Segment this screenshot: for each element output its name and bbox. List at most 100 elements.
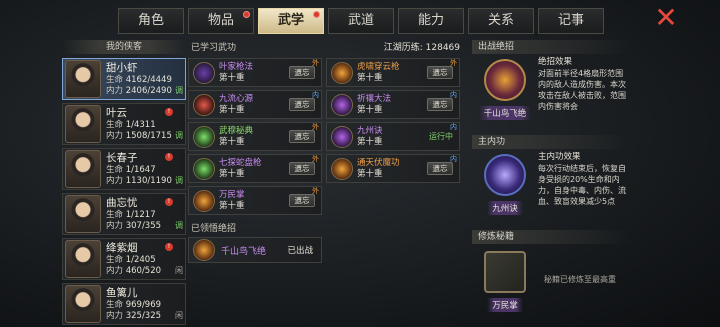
effect-title: 主内功效果 [538,152,581,162]
hero-portrait-icon [65,60,101,98]
learned-skills-panel: 已学习武功 江湖历练: 128469 叶家枪法 第十重 遗忘 外 虎啸穿云枪 第十重… [188,40,466,327]
internal-type-tag: 内 [450,123,457,131]
skill-level: 第十重 [357,104,383,115]
hero-card[interactable]: 鱼篱儿 生命 969/969 内力 325/325 闲 [62,283,186,325]
skill-level: 第十重 [219,168,245,179]
tab-character[interactable]: 角色 [118,8,184,34]
manual-detail: 万民掌 秘籍已修炼至最高重 [472,244,630,314]
alert-badge-icon: ! [165,243,173,251]
hero-name: 甜小虾 [106,61,138,74]
mp-label: 内力 [106,130,124,141]
hero-card[interactable]: 叶云 生命 1/4311 内力 1508/1715 ! 调 [62,103,186,145]
skill-name: 祈禳大法 [357,93,392,104]
skill-card[interactable]: 祈禳大法 第十重 遗忘 内 [326,90,460,119]
hp-label: 生命 [106,254,124,265]
hp-value: 1/1217 [125,209,156,220]
demon-subdue-icon [331,157,353,180]
hero-card[interactable]: 长春子 生命 1/1647 内力 1130/1190 ! 调 [62,148,186,190]
skill-card[interactable]: 九流心源 第十重 遗忘 内 [188,90,322,119]
hero-card[interactable]: 曲忘忧 生命 1/1217 内力 307/355 ! 调 [62,193,186,235]
hp-label: 生命 [106,74,124,85]
hero-name: 曲忘忧 [106,196,138,209]
tiger-spear-icon [331,61,353,84]
skill-name: 叶家枪法 [219,61,254,72]
skill-name: 通天伏魔功 [357,157,400,168]
hero-status-tag: 调 [175,131,183,140]
palm-icon [193,189,215,212]
skill-card[interactable]: 武穆秘典 第十重 遗忘 外 [188,122,322,151]
hp-label: 生命 [106,299,124,310]
manual-note: 秘籍已修炼至最高重 [544,274,616,284]
skill-level: 第十重 [219,200,245,211]
learned-skills-label: 已学习武功 [191,43,237,53]
notification-dot-icon [243,11,250,18]
effect-text: 对面前半径4格扇形范围内的敌人造成伤害。本次攻击在敌人被击败，范围内伤害将会 [538,69,626,111]
tab-label: 关系 [487,13,514,28]
skill-card[interactable]: 虎啸穿云枪 第十重 遗忘 外 [326,58,460,87]
hero-status-tag: 调 [175,86,183,95]
hero-status-tag: 闲 [175,311,183,320]
external-type-tag: 外 [312,59,319,67]
skill-level: 第十重 [219,136,245,147]
flying-birds-icon[interactable] [484,59,526,101]
mp-value: 460/520 [125,265,162,276]
skill-name: 九流心源 [219,93,254,104]
mp-label: 内力 [106,85,124,96]
nine-states-icon[interactable] [484,154,526,196]
hero-card[interactable]: 绛紫烟 生命 1/2405 内力 460/520 ! 闲 [62,238,186,280]
tab-label: 能力 [417,13,444,28]
skill-card[interactable]: 通天伏魔功 第十重 遗忘 内 [326,154,460,183]
mp-value: 1130/1190 [125,175,172,186]
hp-value: 1/1647 [125,164,156,175]
battle-ultimate-title: 出战绝招 [472,40,630,54]
tab-label: 物品 [207,13,234,28]
skill-name: 武穆秘典 [219,125,254,136]
heart-source-icon [193,93,215,116]
roster-header: 我的侠客 [62,40,186,54]
close-icon[interactable]: ✕ [652,4,680,33]
hero-status-tag: 调 [175,176,183,185]
skill-card[interactable]: 七探蛇盘枪 第十重 遗忘 外 [188,154,322,183]
skill-card[interactable]: 九州诀 第十重 运行中 内 [326,122,460,151]
external-type-tag: 外 [450,59,457,67]
hp-label: 生命 [106,164,124,175]
effect-title: 绝招效果 [538,57,573,67]
tab-label: 武道 [347,13,374,28]
hp-value: 4162/4449 [125,74,172,85]
skill-card[interactable]: 万民掌 第十重 遗忘 外 [188,186,322,215]
ultimate-card[interactable]: 千山鸟飞绝 已出战 [188,237,322,263]
mp-value: 1508/1715 [125,130,172,141]
running-status: 运行中 [429,132,453,141]
tab-items[interactable]: 物品 [188,8,254,34]
tab-label: 角色 [137,13,164,28]
hero-card-selected[interactable]: 甜小虾 生命 4162/4449 内力 2406/2490 调 [62,58,186,100]
skill-name: 七探蛇盘枪 [219,157,262,168]
alert-badge-icon: ! [165,153,173,161]
tab-label: 记事 [557,13,584,28]
manual-book-icon[interactable] [484,250,526,293]
hp-value: 1/4311 [125,119,156,130]
effect-text: 每次行动结束后，恢复自身受损的20%生命和内力，自身中毒、内伤、流血、致盲效果减… [538,164,626,206]
external-type-tag: 外 [312,123,319,131]
snake-spear-icon [193,157,215,180]
hero-name: 绛紫烟 [106,241,138,254]
tab-martial-arts[interactable]: 武学 [258,8,324,34]
tab-abilities[interactable]: 能力 [398,8,464,34]
skill-card[interactable]: 叶家枪法 第十重 遗忘 外 [188,58,322,87]
hero-portrait-icon [65,150,101,188]
hero-name: 鱼篱儿 [106,286,138,299]
tab-relations[interactable]: 关系 [468,8,534,34]
detail-panel: 出战绝招 千山鸟飞绝 绝招效果 对面前半径4格扇形范围内的敌人造成伤害。本次攻击… [472,40,630,327]
skill-level: 第十重 [219,72,245,83]
internal-type-tag: 内 [450,155,457,163]
notification-dot-icon [313,11,320,18]
tab-label: 武学 [277,13,304,28]
hero-name: 长春子 [106,151,138,164]
tab-journal[interactable]: 记事 [538,8,604,34]
mp-value: 307/355 [125,220,162,231]
hero-portrait-icon [65,105,101,143]
mp-label: 内力 [106,220,124,231]
tab-martial-way[interactable]: 武道 [328,8,394,34]
ultimate-section-label: 已领悟绝招 [191,224,237,234]
hero-name: 叶云 [106,106,127,119]
